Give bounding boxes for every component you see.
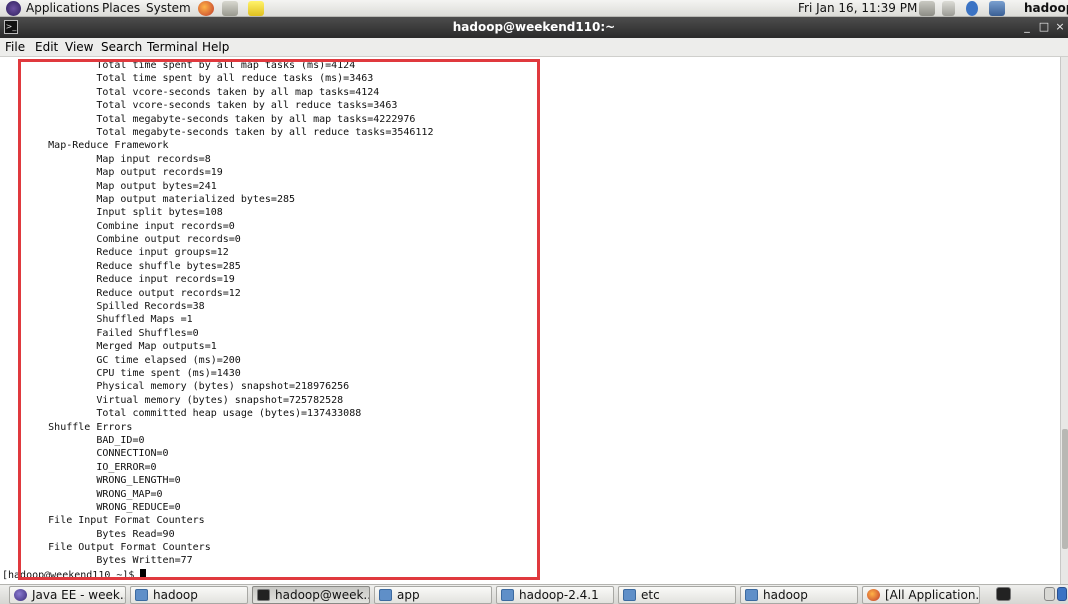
task-firefox[interactable]: [All Application... bbox=[862, 586, 980, 604]
terminal-line: Map output records=19 bbox=[0, 167, 223, 179]
task-label: hadoop bbox=[153, 588, 198, 602]
bluetooth-icon[interactable] bbox=[966, 1, 978, 16]
terminal-line: Shuffle Errors bbox=[0, 421, 133, 433]
terminal-line: Total megabyte-seconds taken by all redu… bbox=[0, 126, 434, 138]
terminal-line: Spilled Records=38 bbox=[0, 301, 205, 313]
window-title: hadoop@weekend110:~ bbox=[452, 20, 616, 34]
minimize-button[interactable]: _ bbox=[1019, 19, 1035, 35]
terminal-line: Reduce input records=19 bbox=[0, 274, 235, 286]
terminal-prompt-line[interactable]: [hadoop@weekend110 ~]$ bbox=[2, 569, 147, 582]
window-titlebar[interactable]: >_ hadoop@weekend110:~ _ □ × bbox=[0, 17, 1068, 38]
maximize-button[interactable]: □ bbox=[1036, 19, 1052, 35]
terminal-lines: Total time spent by all map tasks (ms)=4… bbox=[0, 59, 433, 568]
terminal-line: CONNECTION=0 bbox=[0, 448, 169, 460]
terminal-line: Reduce output records=12 bbox=[0, 287, 241, 299]
task-label: etc bbox=[641, 588, 660, 602]
task-label: Java EE - week... bbox=[32, 588, 126, 602]
task-terminal[interactable]: hadoop@week... bbox=[252, 586, 370, 604]
show-desktop-icon[interactable] bbox=[996, 587, 1011, 601]
scrollbar-thumb[interactable] bbox=[1062, 429, 1068, 549]
terminal-output[interactable]: Total time spent by all map tasks (ms)=4… bbox=[0, 57, 1060, 584]
folder-icon bbox=[501, 589, 514, 601]
terminal-line: Reduce shuffle bytes=285 bbox=[0, 260, 241, 272]
terminal-line: Reduce input groups=12 bbox=[0, 247, 229, 259]
task-eclipse[interactable]: Java EE - week... bbox=[9, 586, 126, 604]
task-folder-hadoop[interactable]: hadoop bbox=[130, 586, 248, 604]
terminal-scrollbar[interactable] bbox=[1060, 57, 1068, 584]
terminal-line: Failed Shuffles=0 bbox=[0, 327, 199, 339]
terminal-line: Total vcore-seconds taken by all map tas… bbox=[0, 86, 380, 98]
applications-menu[interactable]: Applications bbox=[26, 0, 99, 17]
close-button[interactable]: × bbox=[1052, 19, 1068, 35]
terminal-line: Shuffled Maps =1 bbox=[0, 314, 193, 326]
workspace-active-icon[interactable] bbox=[1057, 587, 1067, 601]
terminal-line: File Input Format Counters bbox=[0, 515, 205, 527]
menu-file[interactable]: File bbox=[5, 40, 25, 54]
terminal-line: Physical memory (bytes) snapshot=2189762… bbox=[0, 381, 350, 393]
terminal-line: WRONG_REDUCE=0 bbox=[0, 501, 181, 513]
task-label: app bbox=[397, 588, 420, 602]
system-menu[interactable]: System bbox=[146, 0, 191, 17]
folder-icon bbox=[623, 589, 636, 601]
mail-launcher-icon[interactable] bbox=[222, 1, 238, 16]
menu-search[interactable]: Search bbox=[101, 40, 142, 54]
terminal-line: Map input records=8 bbox=[0, 153, 211, 165]
terminal-line: Virtual memory (bytes) snapshot=72578252… bbox=[0, 394, 344, 406]
task-label: hadoop bbox=[763, 588, 808, 602]
terminal-line: Merged Map outputs=1 bbox=[0, 341, 217, 353]
folder-icon bbox=[745, 589, 758, 601]
display-tray-icon[interactable] bbox=[989, 1, 1005, 16]
taskbar: Java EE - week... hadoop hadoop@week... … bbox=[0, 584, 1068, 604]
shell-prompt: [hadoop@weekend110 ~]$ bbox=[2, 570, 141, 581]
eclipse-icon bbox=[14, 589, 27, 601]
task-folder-hadoop-2[interactable]: hadoop bbox=[740, 586, 858, 604]
terminal-line: Combine output records=0 bbox=[0, 234, 241, 246]
task-folder-etc[interactable]: etc bbox=[618, 586, 736, 604]
volume-icon[interactable] bbox=[942, 1, 955, 16]
places-menu[interactable]: Places bbox=[102, 0, 140, 17]
terminal-line: IO_ERROR=0 bbox=[0, 461, 157, 473]
terminal-line: Bytes Read=90 bbox=[0, 528, 175, 540]
task-label: hadoop-2.4.1 bbox=[519, 588, 599, 602]
terminal-line: Total vcore-seconds taken by all reduce … bbox=[0, 100, 398, 112]
terminal-line: Total committed heap usage (bytes)=13743… bbox=[0, 408, 362, 420]
clock[interactable]: Fri Jan 16, 11:39 PM bbox=[798, 0, 917, 17]
firefox-launcher-icon[interactable] bbox=[198, 1, 214, 16]
terminal-line: Bytes Written=77 bbox=[0, 555, 193, 567]
gnome-foot-icon[interactable] bbox=[6, 1, 21, 16]
top-panel: Applications Places System Fri Jan 16, 1… bbox=[0, 0, 1068, 17]
task-folder-hadoop-2.4.1[interactable]: hadoop-2.4.1 bbox=[496, 586, 614, 604]
user-name[interactable]: hadoop bbox=[1024, 0, 1068, 17]
menu-terminal[interactable]: Terminal bbox=[147, 40, 198, 54]
menu-help[interactable]: Help bbox=[202, 40, 229, 54]
task-folder-app[interactable]: app bbox=[374, 586, 492, 604]
menu-view[interactable]: View bbox=[65, 40, 93, 54]
terminal-line: Input split bytes=108 bbox=[0, 207, 223, 219]
firefox-icon bbox=[867, 589, 880, 601]
workspace-switcher-icon[interactable] bbox=[1044, 587, 1055, 601]
folder-icon bbox=[379, 589, 392, 601]
terminal-line: File Output Format Counters bbox=[0, 542, 211, 554]
terminal-line: Total time spent by all reduce tasks (ms… bbox=[0, 73, 374, 85]
terminal-line: Map-Reduce Framework bbox=[0, 140, 169, 152]
terminal-line: GC time elapsed (ms)=200 bbox=[0, 354, 241, 366]
terminal-line: Total time spent by all map tasks (ms)=4… bbox=[0, 60, 356, 71]
terminal-line: Map output materialized bytes=285 bbox=[0, 193, 296, 205]
terminal-line: Combine input records=0 bbox=[0, 220, 235, 232]
notes-launcher-icon[interactable] bbox=[248, 1, 264, 16]
terminal-icon bbox=[257, 589, 270, 601]
task-label: hadoop@week... bbox=[275, 588, 370, 602]
terminal-line: Map output bytes=241 bbox=[0, 180, 217, 192]
menu-edit[interactable]: Edit bbox=[35, 40, 58, 54]
menubar: File Edit View Search Terminal Help bbox=[0, 38, 1068, 57]
terminal-line: CPU time spent (ms)=1430 bbox=[0, 367, 241, 379]
task-label: [All Application... bbox=[885, 588, 980, 602]
network-tray-icon[interactable] bbox=[919, 1, 935, 16]
terminal-line: WRONG_MAP=0 bbox=[0, 488, 163, 500]
terminal-line: WRONG_LENGTH=0 bbox=[0, 475, 181, 487]
folder-icon bbox=[135, 589, 148, 601]
terminal-line: Total megabyte-seconds taken by all map … bbox=[0, 113, 416, 125]
terminal-line: BAD_ID=0 bbox=[0, 434, 145, 446]
text-cursor bbox=[140, 569, 147, 580]
